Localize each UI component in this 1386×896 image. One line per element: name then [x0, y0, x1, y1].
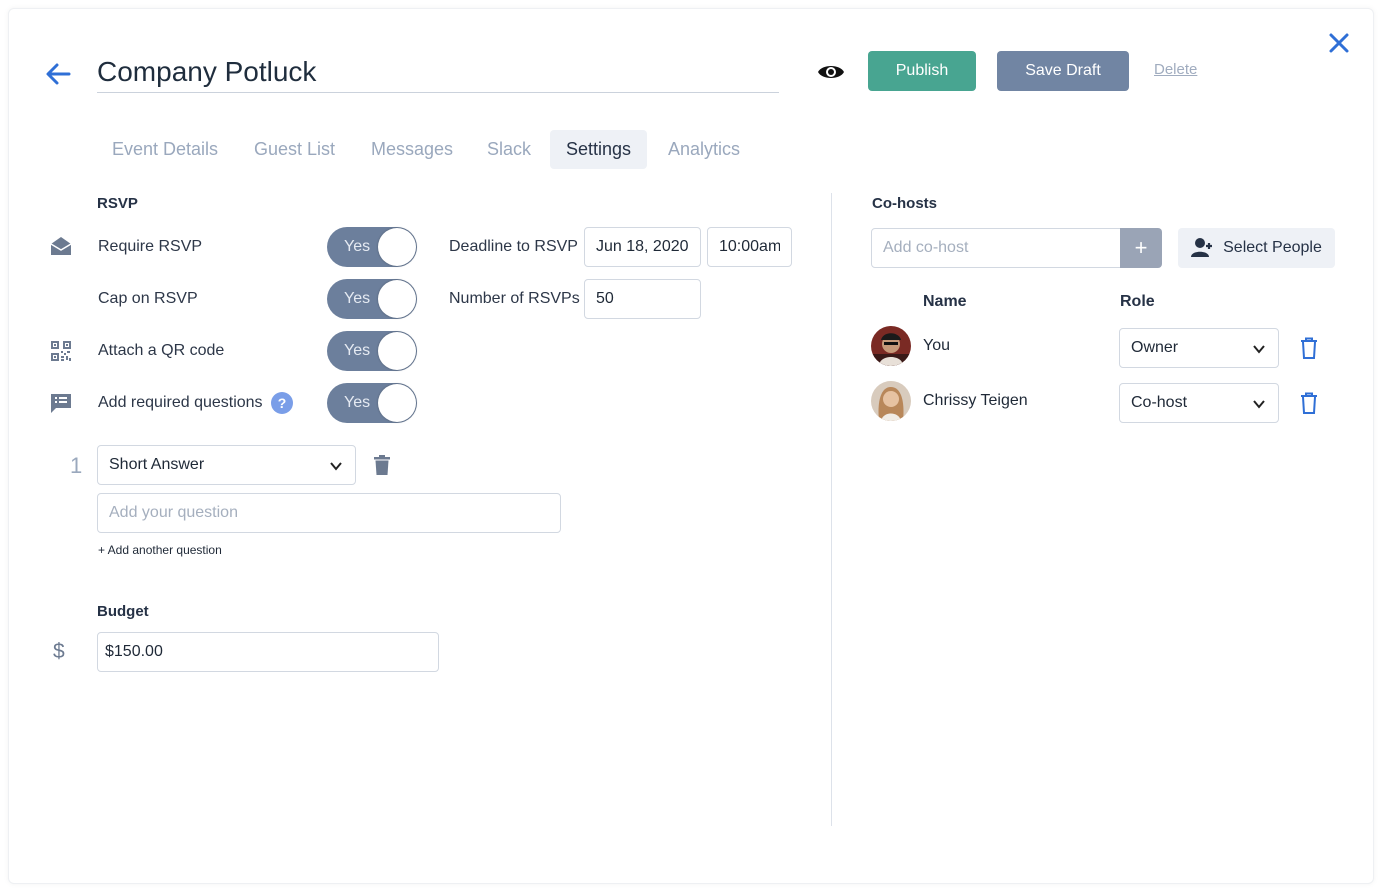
question-number: 1 [70, 453, 83, 478]
question-type-value: Short Answer [109, 456, 205, 473]
save-draft-button[interactable]: Save Draft [997, 51, 1129, 91]
number-rsvps-field[interactable] [584, 279, 701, 319]
require-rsvp-toggle[interactable]: Yes [327, 227, 417, 267]
require-rsvp-label: Require RSVP [98, 238, 203, 255]
chevron-down-icon [1253, 345, 1265, 354]
add-cohost-button[interactable]: + [1120, 228, 1162, 268]
budget-input[interactable] [97, 632, 439, 672]
name-column-header: Name [923, 293, 967, 310]
deadline-time-field[interactable] [707, 227, 792, 267]
remove-cohost-icon[interactable] [1299, 337, 1319, 359]
tab-guest-list[interactable]: Guest List [238, 130, 351, 169]
toggle-state-label: Yes [344, 238, 371, 255]
toggle-state-label: Yes [344, 290, 371, 307]
toggle-knob [378, 332, 416, 370]
column-divider [831, 193, 832, 826]
number-rsvps-label: Number of RSVPs [449, 290, 580, 307]
add-another-question-link[interactable]: + Add another question [98, 543, 222, 557]
budget-section-label: Budget [97, 603, 149, 620]
tab-slack[interactable]: Slack [471, 130, 547, 169]
dollar-icon: $ [53, 640, 65, 663]
qr-code-label: Attach a QR code [98, 342, 225, 359]
help-icon[interactable]: ? [271, 392, 293, 414]
chevron-down-icon [1253, 400, 1265, 409]
cohosts-section-label: Co-hosts [872, 195, 937, 212]
cohost-name: Chrissy Teigen [923, 392, 1028, 409]
question-text-input[interactable] [97, 493, 561, 533]
role-select[interactable]: Owner [1119, 328, 1279, 368]
toggle-knob [378, 384, 416, 422]
cohost-name: You [923, 337, 950, 354]
select-people-label: Select People [1223, 239, 1322, 256]
back-arrow-icon[interactable] [44, 60, 72, 88]
role-value: Owner [1131, 339, 1179, 356]
avatar [871, 381, 911, 421]
qr-code-toggle[interactable]: Yes [327, 331, 417, 371]
question-type-select[interactable]: Short Answer [97, 445, 356, 485]
select-people-button[interactable]: Select People [1178, 228, 1335, 268]
event-title-input[interactable] [97, 52, 779, 93]
add-cohost-input[interactable] [871, 228, 1121, 268]
close-icon[interactable] [1326, 30, 1352, 56]
delete-question-icon[interactable] [374, 455, 390, 475]
envelope-open-icon [50, 236, 72, 256]
required-questions-toggle[interactable]: Yes [327, 383, 417, 423]
toggle-knob [378, 280, 416, 318]
tab-analytics[interactable]: Analytics [652, 130, 756, 169]
toggle-state-label: Yes [344, 342, 371, 359]
preview-eye-icon[interactable] [817, 61, 845, 83]
required-questions-label: Add required questions [98, 394, 263, 411]
rsvp-section-label: RSVP [97, 195, 138, 212]
publish-button[interactable]: Publish [868, 51, 976, 91]
message-list-icon [51, 393, 71, 413]
toggle-state-label: Yes [344, 394, 371, 411]
chevron-down-icon [330, 462, 342, 471]
avatar [871, 326, 911, 366]
cap-rsvp-toggle[interactable]: Yes [327, 279, 417, 319]
qr-code-icon [51, 341, 71, 361]
add-user-icon [1191, 238, 1213, 257]
tab-settings[interactable]: Settings [550, 130, 648, 169]
role-value: Co-host [1131, 394, 1188, 411]
tab-messages[interactable]: Messages [355, 130, 469, 169]
role-select[interactable]: Co-host [1119, 383, 1279, 423]
tab-event-details[interactable]: Event Details [96, 130, 234, 169]
deadline-label: Deadline to RSVP [449, 238, 578, 255]
cap-rsvp-label: Cap on RSVP [98, 290, 198, 307]
deadline-date-field[interactable] [584, 227, 701, 267]
toggle-knob [378, 228, 416, 266]
role-column-header: Role [1120, 293, 1155, 310]
remove-cohost-icon[interactable] [1299, 392, 1319, 414]
delete-link[interactable]: Delete [1154, 61, 1197, 78]
